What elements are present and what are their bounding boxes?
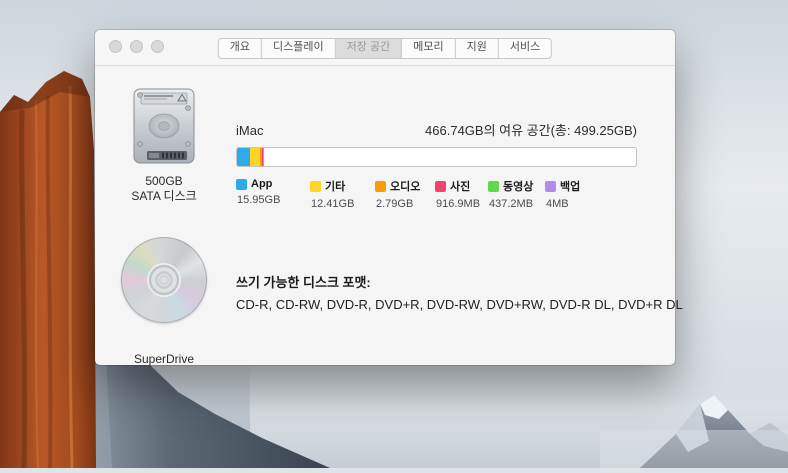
storage-bar-segment <box>237 148 250 166</box>
legend-value: 916.9MB <box>435 198 478 210</box>
titlebar: 개요디스플레이저장 공간메모리지원서비스 <box>95 30 675 66</box>
traffic-lights <box>109 40 164 53</box>
legend-label: 백업 <box>560 178 580 194</box>
storage-pane: 500GB SATA 디스크 SuperDrive iMac 466.74GB의… <box>95 66 675 365</box>
volume-name: iMac <box>236 123 263 138</box>
zoom-button[interactable] <box>151 40 164 53</box>
volume-header: iMac 466.74GB의 여유 공간(총: 499.25GB) <box>236 120 637 139</box>
superdrive-label: SuperDrive <box>104 352 224 366</box>
legend-label: 사진 <box>450 178 470 194</box>
legend-swatch <box>310 181 321 192</box>
legend-value: 437.2MB <box>488 198 535 210</box>
legend-swatch <box>375 181 386 192</box>
tab-저장-공간[interactable]: 저장 공간 <box>336 39 403 58</box>
legend-swatch <box>545 181 556 192</box>
storage-bar-segment <box>250 148 260 166</box>
disk-type-label: SATA 디스크 <box>104 189 224 204</box>
legend-item-오디오: 오디오 2.79GB <box>375 178 425 210</box>
legend-swatch <box>488 181 499 192</box>
legend-label: 오디오 <box>390 178 420 194</box>
disc-hole <box>159 275 169 285</box>
legend-label: 동영상 <box>503 178 533 194</box>
legend-item-백업: 백업 4MB <box>545 178 580 210</box>
legend-item-기타: 기타 12.41GB <box>310 178 365 210</box>
tab-지원[interactable]: 지원 <box>456 39 499 58</box>
disk-label: 500GB SATA 디스크 <box>104 174 224 204</box>
legend-label: App <box>251 178 272 190</box>
legend-item-동영상: 동영상 437.2MB <box>488 178 535 210</box>
disk-size-label: 500GB <box>104 174 224 189</box>
close-button[interactable] <box>109 40 122 53</box>
hard-disk-icon <box>133 88 195 169</box>
legend-label: 기타 <box>325 178 345 194</box>
storage-legend: App 15.95GB 기타 12.41GB 오디오 2.79GB 사진 916… <box>236 178 580 210</box>
minimize-button[interactable] <box>130 40 143 53</box>
superdrive-disc-icon <box>121 237 207 323</box>
legend-value: 2.79GB <box>375 198 425 210</box>
disc-formats-list: CD-R, CD-RW, DVD-R, DVD+R, DVD-RW, DVD+R… <box>236 297 683 312</box>
legend-value: 15.95GB <box>236 194 300 206</box>
legend-value: 4MB <box>545 198 580 210</box>
tab-개요[interactable]: 개요 <box>219 39 262 58</box>
legend-value: 12.41GB <box>310 198 365 210</box>
legend-swatch <box>236 179 247 190</box>
tab-디스플레이[interactable]: 디스플레이 <box>262 39 336 58</box>
storage-usage-bar <box>236 147 637 167</box>
tab-메모리[interactable]: 메모리 <box>402 39 455 58</box>
legend-swatch <box>435 181 446 192</box>
legend-item-사진: 사진 916.9MB <box>435 178 478 210</box>
about-this-mac-window: 개요디스플레이저장 공간메모리지원서비스 <box>95 30 675 365</box>
tab-bar: 개요디스플레이저장 공간메모리지원서비스 <box>218 38 552 59</box>
free-space-text: 466.74GB의 여유 공간(총: 499.25GB) <box>425 120 637 139</box>
tab-서비스[interactable]: 서비스 <box>499 39 551 58</box>
legend-item-App: App 15.95GB <box>236 178 300 210</box>
disc-formats-title: 쓰기 가능한 디스크 포맷: <box>236 272 371 291</box>
